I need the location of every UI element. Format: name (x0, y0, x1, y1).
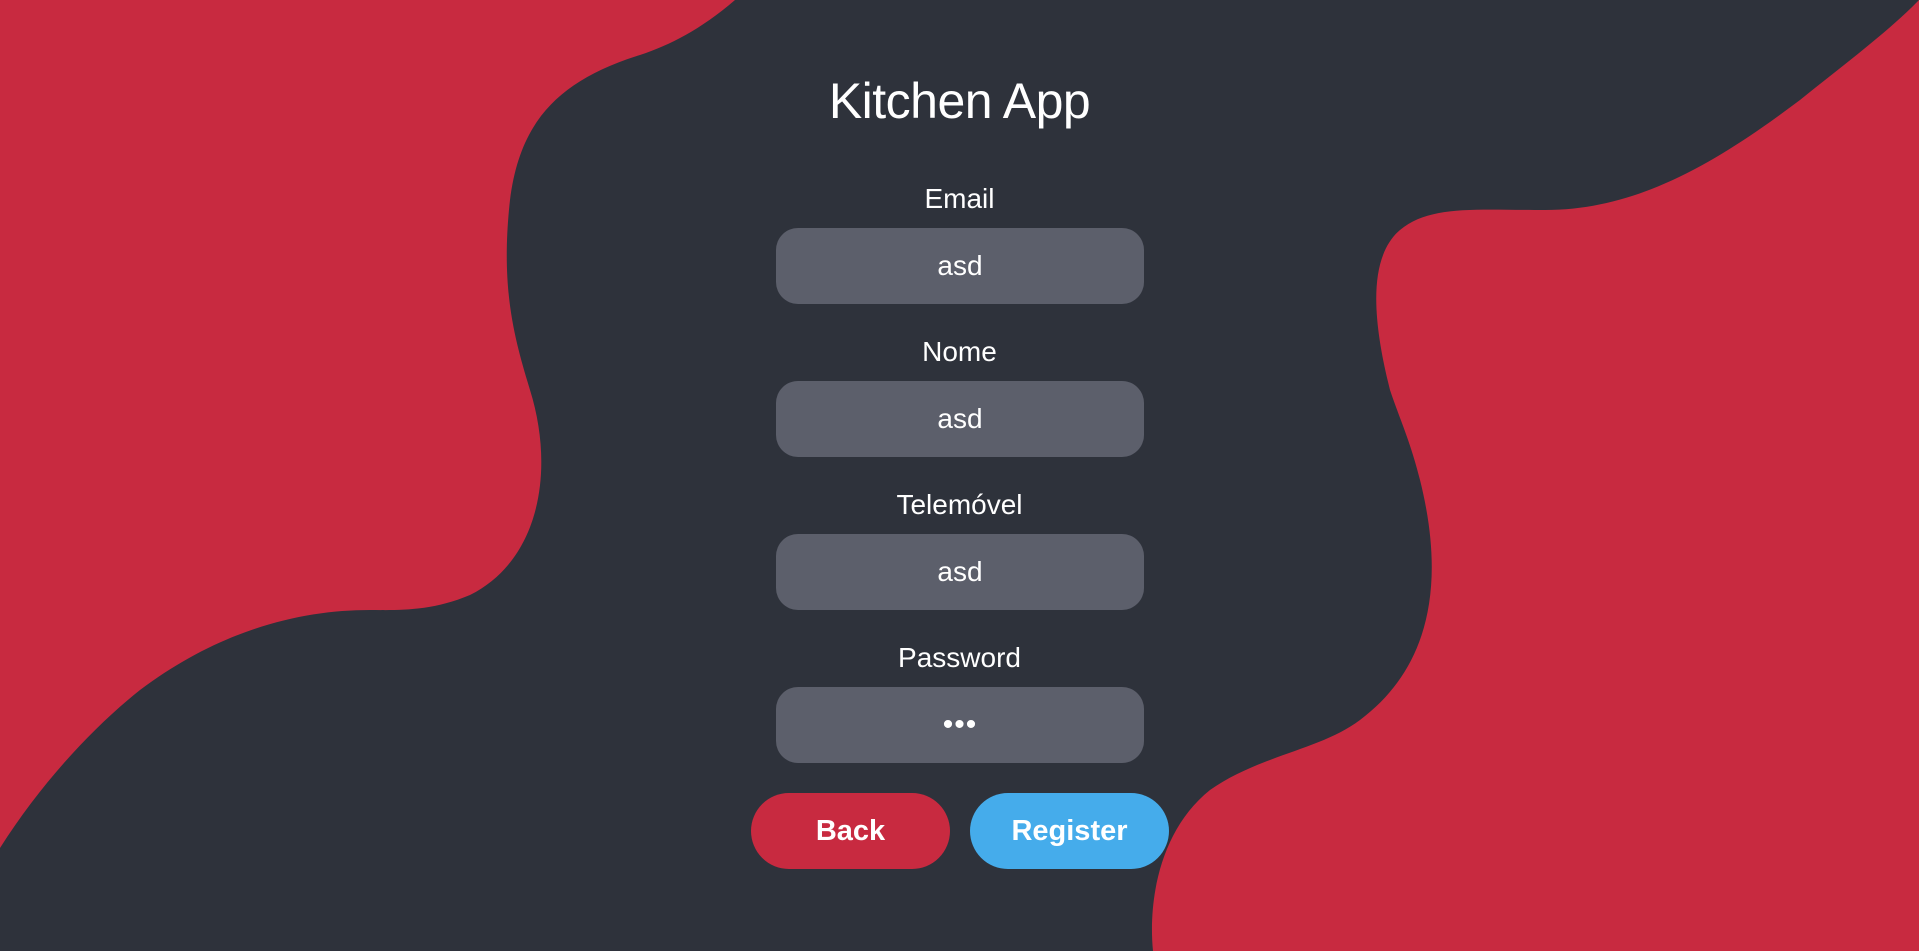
telemovel-field[interactable] (776, 534, 1144, 610)
password-field[interactable] (776, 687, 1144, 763)
password-label: Password (898, 642, 1021, 673)
register-form: Kitchen App Email Nome Telemóvel Passwor… (0, 0, 1919, 951)
register-screen: Kitchen App Email Nome Telemóvel Passwor… (0, 0, 1919, 951)
back-button[interactable]: Back (751, 793, 950, 869)
nome-label: Nome (922, 336, 997, 367)
register-button[interactable]: Register (970, 793, 1169, 869)
email-label: Email (924, 183, 995, 214)
nome-field[interactable] (776, 381, 1144, 457)
email-field[interactable] (776, 228, 1144, 304)
page-title: Kitchen App (828, 73, 1091, 129)
telemovel-label: Telemóvel (896, 489, 1023, 520)
